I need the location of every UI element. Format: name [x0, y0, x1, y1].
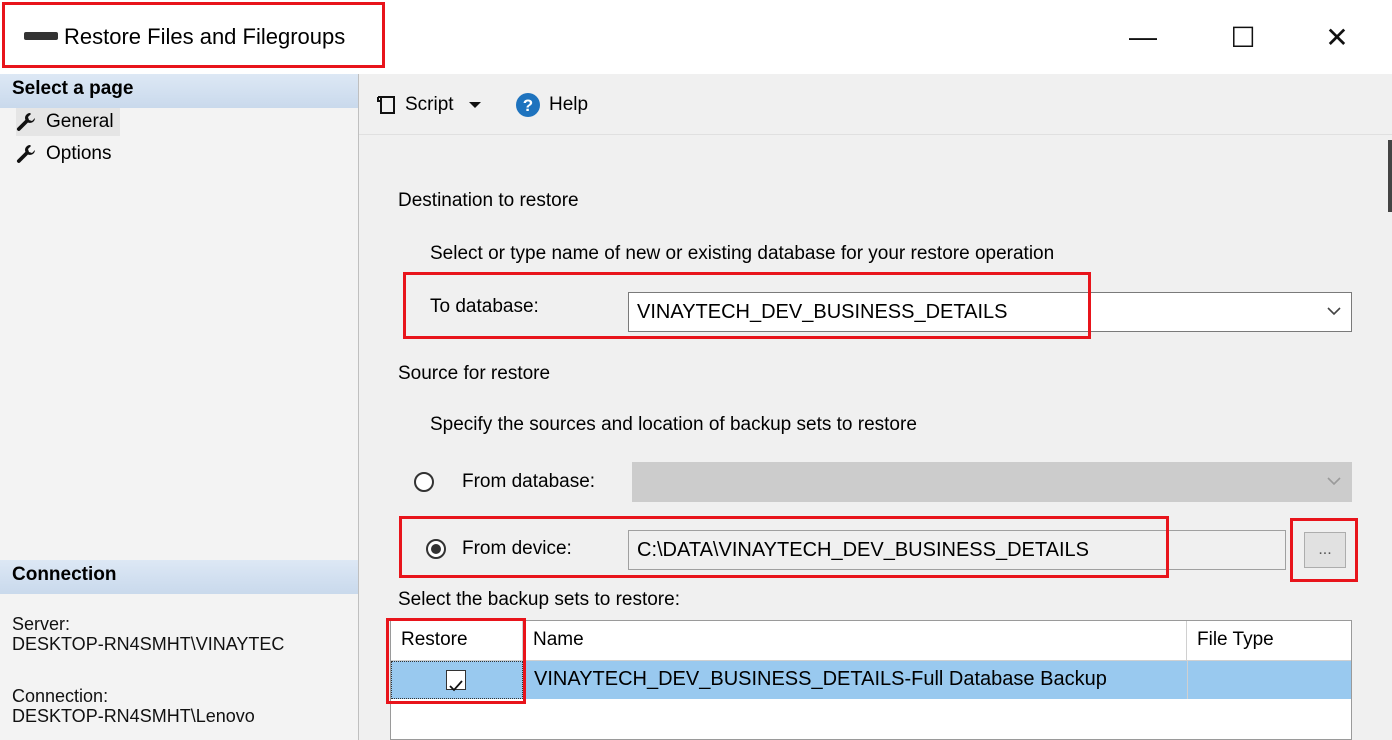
backup-sets-title: Select the backup sets to restore:: [398, 589, 680, 610]
column-header-file-type[interactable]: File Type: [1187, 621, 1351, 661]
window-edge: [1388, 140, 1392, 212]
from-database-radio[interactable]: [414, 472, 434, 492]
toolbar: Script ? Help: [359, 74, 1392, 135]
to-database-highlight-box: [403, 272, 1091, 339]
minimize-button[interactable]: —: [1108, 12, 1178, 62]
script-button[interactable]: Script: [375, 90, 482, 120]
destination-section-title: Destination to restore: [398, 190, 579, 211]
close-button[interactable]: ✕: [1302, 12, 1372, 62]
svg-text:?: ?: [523, 96, 533, 115]
source-section-title: Source for restore: [398, 363, 551, 384]
destination-instructions: Select or type name of new or existing d…: [430, 243, 1055, 264]
page-item-options[interactable]: Options: [16, 140, 111, 168]
connection-label: Connection:: [12, 686, 109, 706]
backup-sets-grid: Restore Name File Type VINAYTECH_DEV_BUS…: [390, 620, 1352, 740]
script-label: Script: [405, 94, 454, 115]
connection-header: Connection: [0, 560, 358, 594]
title-bar: Restore Files and Filegroups — ☐ ✕: [0, 0, 1392, 75]
wrench-icon: [16, 145, 35, 163]
chevron-down-icon[interactable]: [1327, 306, 1341, 316]
dropdown-arrow-icon[interactable]: [468, 100, 482, 110]
backup-name-cell[interactable]: VINAYTECH_DEV_BUSINESS_DETAILS-Full Data…: [523, 661, 1187, 699]
page-item-label: General: [46, 111, 114, 132]
chevron-down-icon: [1327, 477, 1341, 486]
restore-column-highlight-box: [386, 618, 526, 704]
connection-value: DESKTOP-RN4SMHT\Lenovo: [12, 706, 255, 726]
left-pane: Select a page General Options Connection…: [0, 74, 359, 740]
column-header-name[interactable]: Name: [523, 621, 1187, 661]
wrench-icon: [16, 113, 35, 131]
server-label: Server:: [12, 614, 71, 634]
help-icon: ?: [516, 93, 540, 117]
page-item-label: Options: [46, 143, 112, 164]
maximize-button[interactable]: ☐: [1208, 12, 1278, 62]
from-database-label: From database:: [462, 471, 596, 492]
from-database-combo: [632, 462, 1352, 502]
script-icon: [377, 96, 395, 114]
browse-highlight-box: [1290, 518, 1358, 582]
help-button[interactable]: ? Help: [515, 90, 588, 120]
select-page-header: Select a page: [0, 74, 358, 108]
file-type-cell[interactable]: [1187, 661, 1351, 699]
from-device-highlight-box: [399, 516, 1169, 578]
source-instructions: Specify the sources and location of back…: [430, 414, 917, 435]
page-item-general[interactable]: General: [16, 108, 120, 136]
help-label: Help: [549, 94, 589, 115]
server-value: DESKTOP-RN4SMHT\VINAYTEC: [12, 634, 285, 654]
title-highlight-box: [2, 2, 385, 68]
